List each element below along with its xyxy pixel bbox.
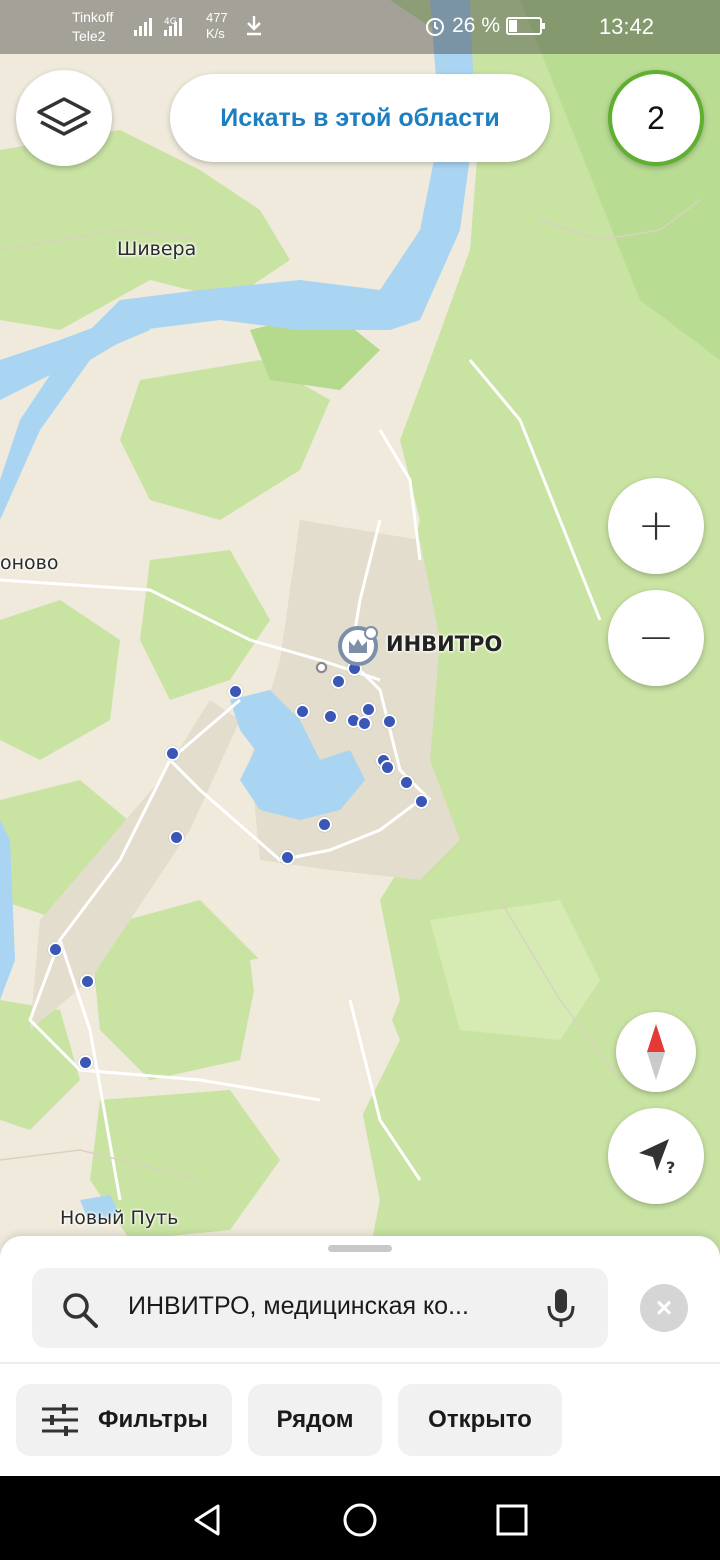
poi-marker[interactable] xyxy=(382,714,397,729)
system-nav-bar xyxy=(0,1476,720,1560)
signal-icon: 4G xyxy=(134,17,182,36)
alarm-icon xyxy=(426,18,445,36)
clock-icon xyxy=(364,626,378,640)
microphone-icon[interactable] xyxy=(544,1286,578,1330)
poi-marker[interactable] xyxy=(280,850,295,865)
zoom-in-button[interactable]: + xyxy=(608,478,704,574)
search-icon xyxy=(63,1293,98,1328)
open-now-chip[interactable]: Открыто xyxy=(398,1384,562,1456)
compass-button[interactable] xyxy=(616,1012,696,1092)
poi-marker[interactable] xyxy=(165,746,180,761)
recents-icon[interactable] xyxy=(492,1500,532,1540)
carrier-2: Tele2 xyxy=(72,28,106,44)
back-icon[interactable] xyxy=(188,1500,228,1540)
minus-icon: − xyxy=(637,612,675,663)
clear-search-button[interactable]: × xyxy=(640,1284,688,1332)
poi-marker[interactable] xyxy=(331,674,346,689)
navigation-arrow-icon: ? xyxy=(639,1139,675,1177)
status-right: 26 % xyxy=(424,14,545,38)
sheet-divider xyxy=(0,1362,720,1364)
search-query: ИНВИТРО, медицинская ко... xyxy=(128,1292,469,1320)
poi-marker[interactable] xyxy=(361,702,376,717)
plus-icon: + xyxy=(637,500,675,551)
place-label-onovo: оново xyxy=(0,552,59,574)
crown-icon xyxy=(349,639,367,653)
poi-marker-secondary[interactable] xyxy=(316,662,327,673)
net-speed-unit: K/s xyxy=(206,26,225,41)
zoom-out-button[interactable]: − xyxy=(608,590,704,686)
poi-marker[interactable] xyxy=(414,794,429,809)
bottom-sheet[interactable]: ИНВИТРО, медицинская ко... × Фильтры Ряд… xyxy=(0,1236,720,1476)
sheet-grabber[interactable] xyxy=(328,1245,392,1252)
poi-marker[interactable] xyxy=(228,684,243,699)
carrier-1: Tinkoff xyxy=(72,9,114,25)
battery-percent: 26 % xyxy=(452,14,500,37)
poi-marker[interactable] xyxy=(317,817,332,832)
filters-label: Фильтры xyxy=(97,1406,209,1433)
filters-chip[interactable]: Фильтры xyxy=(16,1384,232,1456)
poi-marker[interactable] xyxy=(80,974,95,989)
search-this-area-button[interactable]: Искать в этой области xyxy=(170,74,550,162)
download-icon xyxy=(247,16,261,36)
poi-marker[interactable] xyxy=(323,709,338,724)
poi-marker[interactable] xyxy=(399,775,414,790)
net-speed: 477 K/s xyxy=(206,10,228,42)
invitro-pin-label: ИНВИТРО xyxy=(386,632,503,656)
invitro-pin[interactable] xyxy=(338,626,378,666)
layers-icon xyxy=(37,97,91,136)
my-location-button[interactable]: ? xyxy=(608,1108,704,1204)
poi-marker[interactable] xyxy=(48,942,63,957)
nearby-chip[interactable]: Рядом xyxy=(248,1384,382,1456)
home-icon[interactable] xyxy=(340,1500,380,1540)
result-count-button[interactable]: 2 xyxy=(608,70,704,166)
layers-button[interactable] xyxy=(16,70,112,166)
compass-icon xyxy=(647,1024,665,1080)
poi-marker[interactable] xyxy=(169,830,184,845)
filters-icon xyxy=(41,1404,78,1436)
search-input[interactable]: ИНВИТРО, медицинская ко... xyxy=(32,1268,608,1348)
place-label-noviy-put: Новый Путь xyxy=(60,1207,179,1229)
poi-marker[interactable] xyxy=(357,716,372,731)
poi-marker[interactable] xyxy=(78,1055,93,1070)
place-label-shivera: Шивера xyxy=(117,238,197,260)
battery-icon xyxy=(506,17,545,35)
status-bar: Tinkoff Tele2 4G 477 K/s 26 % 13:42 xyxy=(0,0,720,54)
poi-marker[interactable] xyxy=(295,704,310,719)
locate-hint: ? xyxy=(666,1158,675,1177)
clock-time: 13:42 xyxy=(598,14,654,39)
net-speed-value: 477 xyxy=(206,10,228,25)
carrier-names: Tinkoff Tele2 xyxy=(72,8,113,46)
poi-marker[interactable] xyxy=(380,760,395,775)
